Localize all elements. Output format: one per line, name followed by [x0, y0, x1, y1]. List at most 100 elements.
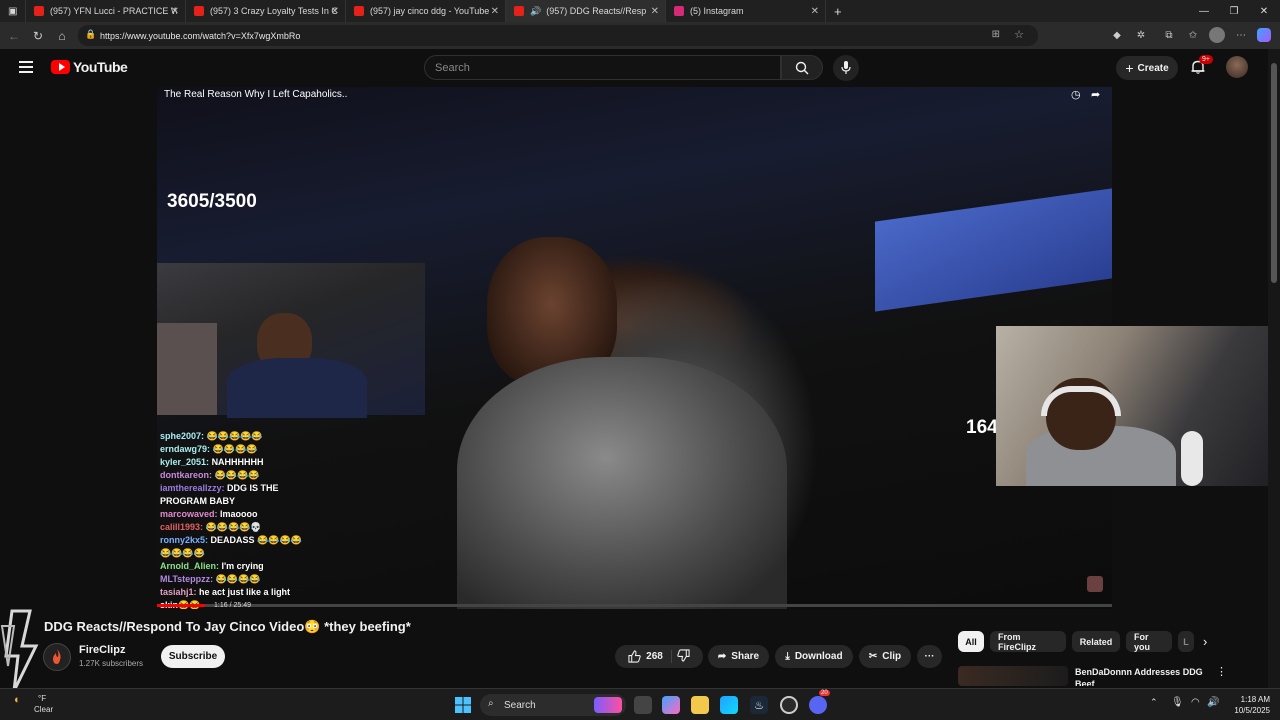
taskbar-search[interactable]: ⌕ Search — [480, 694, 626, 716]
channel-name[interactable]: FireClipz — [79, 644, 125, 656]
subscribe-button[interactable]: Subscribe — [161, 645, 225, 668]
close-tab-icon[interactable]: ✕ — [491, 6, 499, 17]
clip-button[interactable]: ✂ Clip — [859, 645, 911, 668]
chat-user: MLTsteppzz: — [160, 574, 214, 584]
refresh-button[interactable]: ↻ — [28, 26, 48, 46]
page-scrollbar[interactable] — [1268, 49, 1280, 688]
download-icon: ⤓ — [785, 651, 790, 662]
vertical-more-icon[interactable]: ⋮ — [1216, 665, 1227, 678]
more-actions-button[interactable]: ··· — [917, 645, 942, 668]
video-frame: sphe2007: 😂😂😂😂😂 erndawg79: 😂😂😂😂 kyler_20… — [157, 87, 1112, 609]
voice-search-button[interactable] — [833, 55, 859, 81]
browser-tab-1[interactable]: (957) YFN Lucci - PRACTICE WHA ✕ — [26, 0, 186, 22]
share-arrow-icon[interactable]: ➦ — [1091, 88, 1100, 101]
task-view-icon[interactable] — [634, 696, 652, 714]
channel-avatar[interactable] — [43, 643, 71, 671]
copilot-app-icon[interactable] — [662, 696, 680, 714]
new-tab-button[interactable]: + — [826, 0, 854, 22]
browser-tab-4[interactable]: 🔊 (957) DDG Reacts//Respond ✕ — [506, 0, 666, 22]
notifications-button[interactable]: 9+ — [1190, 55, 1213, 77]
file-explorer-icon[interactable] — [691, 696, 709, 714]
close-tab-icon[interactable]: ✕ — [651, 6, 659, 17]
extension-icon[interactable]: ◆ — [1110, 28, 1124, 42]
video-progress-bar[interactable] — [157, 604, 1112, 607]
chip-related[interactable]: Related — [1072, 631, 1120, 652]
back-button[interactable]: ← — [4, 26, 24, 46]
create-button[interactable]: + Create — [1116, 56, 1178, 80]
fireclipz-logo-watermark — [0, 609, 39, 692]
favorites-icon[interactable]: ✩ — [1186, 28, 1200, 42]
profile-avatar[interactable] — [1209, 27, 1225, 43]
youtube-favicon-icon — [514, 6, 524, 16]
extensions-puzzle-icon[interactable]: ✲ — [1134, 28, 1148, 42]
search-button[interactable] — [781, 55, 823, 80]
extension-view-icon[interactable]: ⊞ — [992, 29, 1000, 40]
chip-all[interactable]: All — [958, 631, 984, 652]
home-button[interactable]: ⌂ — [52, 26, 72, 46]
windows-taskbar: ◐ °F Clear ⌕ Search ♨ 20 ⌃ 🎙 ◠ 🔊 1:18 AM… — [0, 688, 1280, 720]
video-player[interactable]: sphe2007: 😂😂😂😂😂 erndawg79: 😂😂😂😂 kyler_20… — [157, 87, 1112, 609]
recommended-title[interactable]: BenDaDonnn Addresses DDG Beef — [1075, 666, 1205, 686]
chat-msg: NAHHHHHH — [211, 457, 264, 467]
youtube-logo[interactable]: YouTube — [51, 59, 128, 75]
chat-msg: 😂😂😂😂 — [215, 574, 261, 584]
tab-label: (5) Instagram — [690, 6, 744, 16]
account-avatar[interactable] — [1226, 56, 1248, 78]
chevron-right-icon[interactable]: › — [1203, 634, 1207, 649]
tab-actions-menu[interactable]: ▣ — [0, 0, 26, 22]
split-screen-icon[interactable]: ⧉ — [1162, 28, 1176, 42]
close-tab-icon[interactable]: ✕ — [811, 6, 819, 17]
search-input[interactable]: Search — [424, 55, 781, 80]
person-shirt — [457, 357, 787, 609]
address-bar[interactable]: 🔒 https://www.youtube.com/watch?v=Xfx7wg… — [78, 25, 1038, 46]
recommended-thumbnail[interactable] — [958, 666, 1068, 686]
clock-date: 10/5/2025 — [1234, 706, 1270, 715]
moon-icon: ◐ — [14, 694, 21, 706]
channel-watermark[interactable] — [1087, 576, 1103, 592]
weather-widget[interactable]: ◐ °F Clear — [10, 693, 70, 715]
download-button[interactable]: ⤓ Download — [775, 645, 853, 668]
discord-badge: 20 — [819, 690, 830, 696]
reaction-webcam-overlay — [996, 326, 1280, 486]
app-icon[interactable] — [780, 696, 798, 714]
chat-user: calill1993: — [160, 522, 204, 532]
steam-icon[interactable]: ♨ — [750, 696, 768, 714]
scrollbar-thumb[interactable] — [1271, 63, 1277, 283]
wifi-icon[interactable]: ◠ — [1191, 697, 1200, 708]
close-icon: ✕ — [1259, 5, 1269, 17]
browser-tab-5[interactable]: (5) Instagram ✕ — [666, 0, 826, 22]
browser-tab-2[interactable]: (957) 3 Crazy Loyalty Tests In One ✕ — [186, 0, 346, 22]
chevron-up-icon[interactable]: ⌃ — [1150, 697, 1158, 708]
embedded-video-title[interactable]: The Real Reason Why I Left Capaholics.. — [164, 89, 347, 100]
speaker-icon[interactable]: 🔊 — [530, 6, 541, 17]
minimize-button[interactable]: — — [1188, 0, 1220, 22]
microphone — [1181, 431, 1203, 486]
close-tab-icon[interactable]: ✕ — [331, 6, 339, 17]
more-options-icon[interactable]: ⋯ — [1234, 28, 1248, 42]
share-button[interactable]: ➦ Share — [708, 645, 769, 668]
maximize-button[interactable]: ❐ — [1218, 0, 1250, 22]
watch-later-icon[interactable]: ◷ — [1071, 88, 1081, 101]
edge-browser-icon[interactable] — [720, 696, 738, 714]
system-clock[interactable]: 1:18 AM 10/5/2025 — [1222, 694, 1270, 716]
close-tab-icon[interactable]: ✕ — [171, 6, 179, 17]
chip-for-you[interactable]: For you — [1126, 631, 1172, 652]
chip-partial[interactable]: L — [1178, 631, 1194, 652]
browser-tab-3[interactable]: (957) jay cinco ddg - YouTube ✕ — [346, 0, 506, 22]
microphone-status-icon[interactable]: 🎙 — [1171, 697, 1184, 708]
volume-icon[interactable]: 🔊 — [1207, 697, 1219, 708]
dislike-button[interactable] — [677, 648, 690, 665]
close-window-button[interactable]: ✕ — [1248, 0, 1280, 22]
url-text: https://www.youtube.com/watch?v=Xfx7wgXm… — [100, 30, 301, 41]
chip-from-channel[interactable]: From FireClipz — [990, 631, 1066, 652]
youtube-favicon-icon — [354, 6, 364, 16]
discord-icon[interactable]: 20 — [809, 690, 830, 714]
menu-hamburger-icon[interactable] — [19, 61, 33, 73]
like-button[interactable]: 268 — [628, 650, 672, 663]
start-button[interactable] — [454, 696, 472, 714]
download-label: Download — [794, 651, 843, 662]
favorite-star-icon[interactable]: ☆ — [1014, 28, 1024, 41]
copilot-icon[interactable] — [1257, 28, 1271, 42]
chat-msg: 😂😂😂😂 — [160, 548, 205, 558]
chat-user: tasiahj1: — [160, 587, 197, 597]
